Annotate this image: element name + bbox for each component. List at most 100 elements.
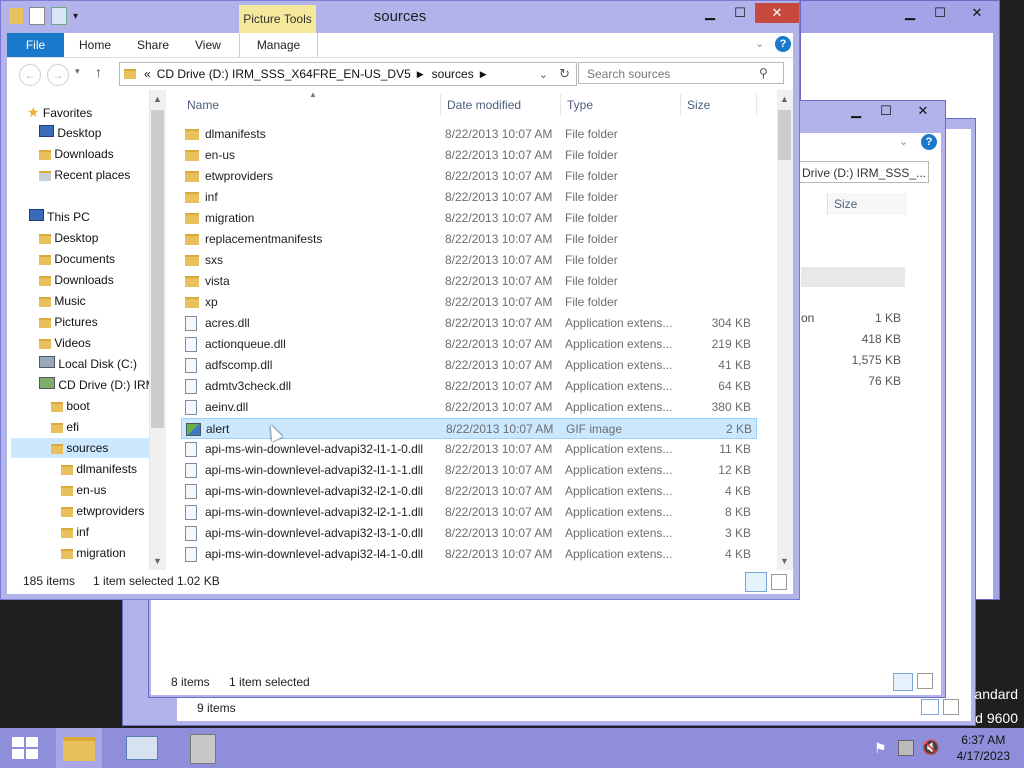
- refresh-icon[interactable]: ↻: [559, 66, 570, 82]
- nav-pc-downloads[interactable]: Downloads: [39, 270, 114, 290]
- minimize-icon[interactable]: ▁: [695, 3, 725, 23]
- file-row[interactable]: xp 8/22/2013 10:07 AM File folder: [181, 292, 757, 313]
- nav-local-disk[interactable]: Local Disk (C:): [39, 354, 137, 374]
- nav-this-pc[interactable]: This PC: [29, 207, 90, 227]
- file-row[interactable]: api-ms-win-downlevel-advapi32-l1-1-0.dll…: [181, 439, 757, 460]
- file-row[interactable]: api-ms-win-downlevel-advapi32-l4-1-0.dll…: [181, 544, 757, 565]
- nav-fav-downloads[interactable]: Downloads: [39, 144, 114, 164]
- tab-manage[interactable]: Manage: [239, 33, 318, 57]
- address-bar[interactable]: « CD Drive (D:) IRM_SSS_X64FRE_EN-US_DV5…: [119, 62, 577, 86]
- nav-cd-drive[interactable]: CD Drive (D:) IRM: [39, 375, 149, 395]
- expand-ribbon-icon[interactable]: ⌄: [899, 135, 908, 148]
- explorer-window-sources[interactable]: ▾ Picture Tools sources ▁ ☐ ✕ File Home …: [0, 0, 800, 600]
- address-dropdown-icon[interactable]: ⌄: [539, 68, 548, 81]
- file-list-scroll-thumb[interactable]: [778, 110, 791, 160]
- file-row[interactable]: en-us 8/22/2013 10:07 AM File folder: [181, 145, 757, 166]
- up-icon[interactable]: ↑: [95, 64, 102, 80]
- column-name[interactable]: Name: [181, 94, 441, 116]
- file-row[interactable]: migration 8/22/2013 10:07 AM File folder: [181, 208, 757, 229]
- navigation-pane[interactable]: ★ Favorites Desktop Downloads Recent pla…: [7, 90, 149, 570]
- file-list[interactable]: ▲ Name Date modified Type Size dlmanifes…: [167, 90, 783, 570]
- file-row[interactable]: etwproviders 8/22/2013 10:07 AM File folde…: [181, 166, 757, 187]
- file-row[interactable]: api-ms-win-downlevel-advapi32-l2-1-1.dll…: [181, 502, 757, 523]
- nav-fav-desktop[interactable]: Desktop: [39, 123, 101, 143]
- breadcrumb-sources[interactable]: sources: [432, 67, 474, 81]
- scroll-down-icon[interactable]: ▼: [780, 556, 789, 566]
- close-icon[interactable]: ✕: [955, 3, 999, 23]
- file-row[interactable]: api-ms-win-downlevel-advapi32-l3-1-0.dll…: [181, 523, 757, 544]
- column-size[interactable]: Size: [681, 94, 757, 116]
- tab-share[interactable]: Share: [127, 33, 179, 57]
- column-type[interactable]: Type: [561, 94, 681, 116]
- nav-en-us[interactable]: en-us: [61, 480, 106, 500]
- nav-pc-videos[interactable]: Videos: [39, 333, 91, 353]
- scroll-up-icon[interactable]: ▲: [153, 94, 162, 104]
- maximize-icon[interactable]: ☐: [925, 3, 955, 23]
- nav-pc-desktop[interactable]: Desktop: [39, 228, 98, 248]
- background-size-column[interactable]: Size: [827, 193, 907, 215]
- taskbar-clock[interactable]: 6:37 AM 4/17/2023: [957, 732, 1010, 764]
- nav-inf[interactable]: inf: [61, 522, 89, 542]
- nav-efi[interactable]: efi: [51, 417, 79, 437]
- taskbar-file-explorer[interactable]: [56, 728, 102, 768]
- taskbar-server-manager[interactable]: [118, 728, 168, 768]
- navigation-scrollbar[interactable]: ▲ ▼: [149, 90, 166, 570]
- tab-home[interactable]: Home: [69, 33, 121, 57]
- nav-fav-recent[interactable]: Recent places: [39, 165, 130, 185]
- nav-pc-pictures[interactable]: Pictures: [39, 312, 98, 332]
- nav-migration[interactable]: migration: [61, 543, 126, 563]
- file-list-scrollbar[interactable]: ▲ ▼: [777, 90, 793, 570]
- breadcrumb-separator-icon[interactable]: ▶: [480, 69, 487, 80]
- action-center-flag-icon[interactable]: ⚑: [874, 740, 887, 757]
- file-row[interactable]: replacementmanifests 8/22/2013 10:07 AM Fi…: [181, 229, 757, 250]
- expand-ribbon-icon[interactable]: ⌄: [755, 37, 764, 50]
- large-icons-view-icon[interactable]: [771, 574, 787, 590]
- details-view-icon[interactable]: [921, 699, 939, 715]
- file-row[interactable]: actionqueue.dll 8/22/2013 10:07 AM Applica…: [181, 334, 757, 355]
- forward-icon[interactable]: →: [47, 64, 69, 86]
- address-overflow[interactable]: «: [144, 67, 151, 81]
- file-row[interactable]: aeinv.dll 8/22/2013 10:07 AM Application e…: [181, 397, 757, 418]
- scroll-up-icon[interactable]: ▲: [780, 94, 789, 104]
- breadcrumb-separator-icon[interactable]: ▶: [417, 69, 424, 80]
- column-date-modified[interactable]: Date modified: [441, 94, 561, 116]
- file-row[interactable]: api-ms-win-downlevel-advapi32-l1-1-1.dll…: [181, 460, 757, 481]
- breadcrumb-drive[interactable]: CD Drive (D:) IRM_SSS_X64FRE_EN-US_DV5: [157, 67, 411, 81]
- help-icon[interactable]: ?: [921, 134, 937, 150]
- file-row[interactable]: acres.dll 8/22/2013 10:07 AM Application e…: [181, 313, 757, 334]
- file-row[interactable]: inf 8/22/2013 10:07 AM File folder: [181, 187, 757, 208]
- search-input[interactable]: Search sources: [578, 62, 784, 84]
- network-icon[interactable]: [898, 740, 914, 756]
- taskbar-app[interactable]: [178, 728, 228, 768]
- large-icons-view-icon[interactable]: [943, 699, 959, 715]
- nav-pc-documents[interactable]: Documents: [39, 249, 115, 269]
- start-button[interactable]: [0, 728, 56, 768]
- nav-favorites[interactable]: ★ Favorites: [27, 102, 92, 122]
- file-row[interactable]: api-ms-win-downlevel-advapi32-l2-1-0.dll…: [181, 481, 757, 502]
- file-row[interactable]: dlmanifests 8/22/2013 10:07 AM File folder: [181, 124, 757, 145]
- file-row[interactable]: adfscomp.dll 8/22/2013 10:07 AM Applicatio…: [181, 355, 757, 376]
- scroll-down-icon[interactable]: ▼: [153, 556, 162, 566]
- large-icons-view-icon[interactable]: [917, 673, 933, 689]
- maximize-icon[interactable]: ☐: [871, 101, 901, 121]
- maximize-icon[interactable]: ☐: [725, 3, 755, 23]
- file-row[interactable]: sxs 8/22/2013 10:07 AM File folder: [181, 250, 757, 271]
- search-icon[interactable]: ⚲: [759, 66, 768, 80]
- background-address-bar[interactable]: Drive (D:) IRM_SSS_...: [799, 161, 929, 183]
- nav-dlmanifests[interactable]: dlmanifests: [61, 459, 137, 479]
- tab-view[interactable]: View: [185, 33, 231, 57]
- close-icon[interactable]: ✕: [755, 3, 799, 23]
- tab-file[interactable]: File: [7, 33, 64, 57]
- recent-locations-icon[interactable]: ▾: [75, 66, 80, 77]
- volume-muted-icon[interactable]: 🔇: [922, 739, 939, 756]
- nav-etwproviders[interactable]: etwproviders: [61, 501, 144, 521]
- file-row[interactable]: admtv3check.dll 8/22/2013 10:07 AM Applica…: [181, 376, 757, 397]
- details-view-icon[interactable]: [893, 673, 913, 691]
- minimize-icon[interactable]: ▁: [895, 3, 925, 23]
- close-icon[interactable]: ✕: [901, 101, 945, 121]
- nav-pc-music[interactable]: Music: [39, 291, 86, 311]
- nav-boot[interactable]: boot: [51, 396, 90, 416]
- navigation-scroll-thumb[interactable]: [151, 110, 164, 428]
- back-icon[interactable]: ←: [19, 64, 41, 86]
- nav-sources[interactable]: sources: [11, 438, 149, 458]
